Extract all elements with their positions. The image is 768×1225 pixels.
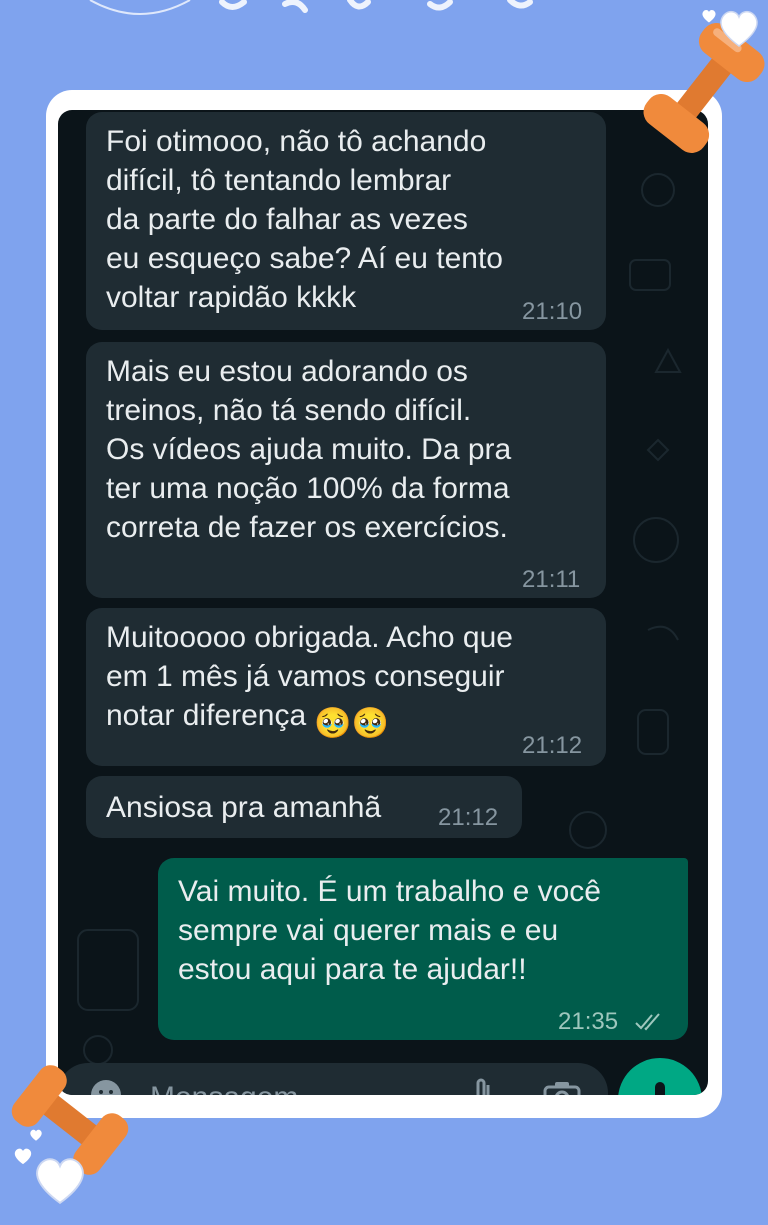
heart-icon — [36, 1158, 84, 1205]
mic-icon — [655, 1082, 665, 1095]
message-time: 21:12 — [522, 732, 583, 759]
message-bubble[interactable]: Muitooooo obrigada. Acho que em 1 mês já… — [86, 608, 606, 766]
message-text: Muitooooo obrigada. Acho que em 1 mês já… — [106, 618, 513, 742]
heart-icon — [14, 1148, 32, 1165]
message-bubble[interactable]: Foi otimooo, não tô achando difícil, tô … — [86, 112, 606, 330]
heart-icon — [30, 1129, 42, 1141]
message-time: 21:12 — [438, 804, 499, 831]
message-text: Vai muito. É um trabalho e você sempre v… — [178, 875, 601, 986]
double-check-icon — [635, 1013, 660, 1031]
message-time: 21:10 — [522, 298, 583, 325]
chat-screen: Foi otimooo, não tô achando difícil, tô … — [58, 110, 708, 1095]
message-text: Ansiosa pra amanhã — [106, 791, 382, 824]
heart-icon — [702, 10, 716, 23]
message-input-placeholder[interactable]: Mensagem — [150, 1081, 298, 1095]
message-bubble[interactable]: Mais eu estou adorando os treinos, não t… — [86, 342, 606, 598]
message-time: 21:11 — [522, 566, 581, 593]
message-time: 21:35 — [558, 1008, 619, 1035]
message-composer[interactable]: Mensagem — [58, 1063, 608, 1095]
message-text: Foi otimooo, não tô achando difícil, tô … — [106, 125, 503, 314]
message-bubble-outgoing[interactable]: Vai muito. É um trabalho e você sempre v… — [158, 858, 688, 1040]
message-text-content: Muitooooo obrigada. Acho que em 1 mês já… — [106, 621, 513, 732]
message-bubble[interactable]: Ansiosa pra amanhã 21:12 — [86, 776, 522, 838]
heart-icon — [720, 10, 758, 47]
attach-icon[interactable] — [470, 1077, 500, 1095]
message-text: Mais eu estou adorando os treinos, não t… — [106, 355, 512, 544]
camera-icon[interactable] — [542, 1079, 582, 1095]
pleading-face-emoji: 🥹🥹 — [314, 707, 389, 740]
